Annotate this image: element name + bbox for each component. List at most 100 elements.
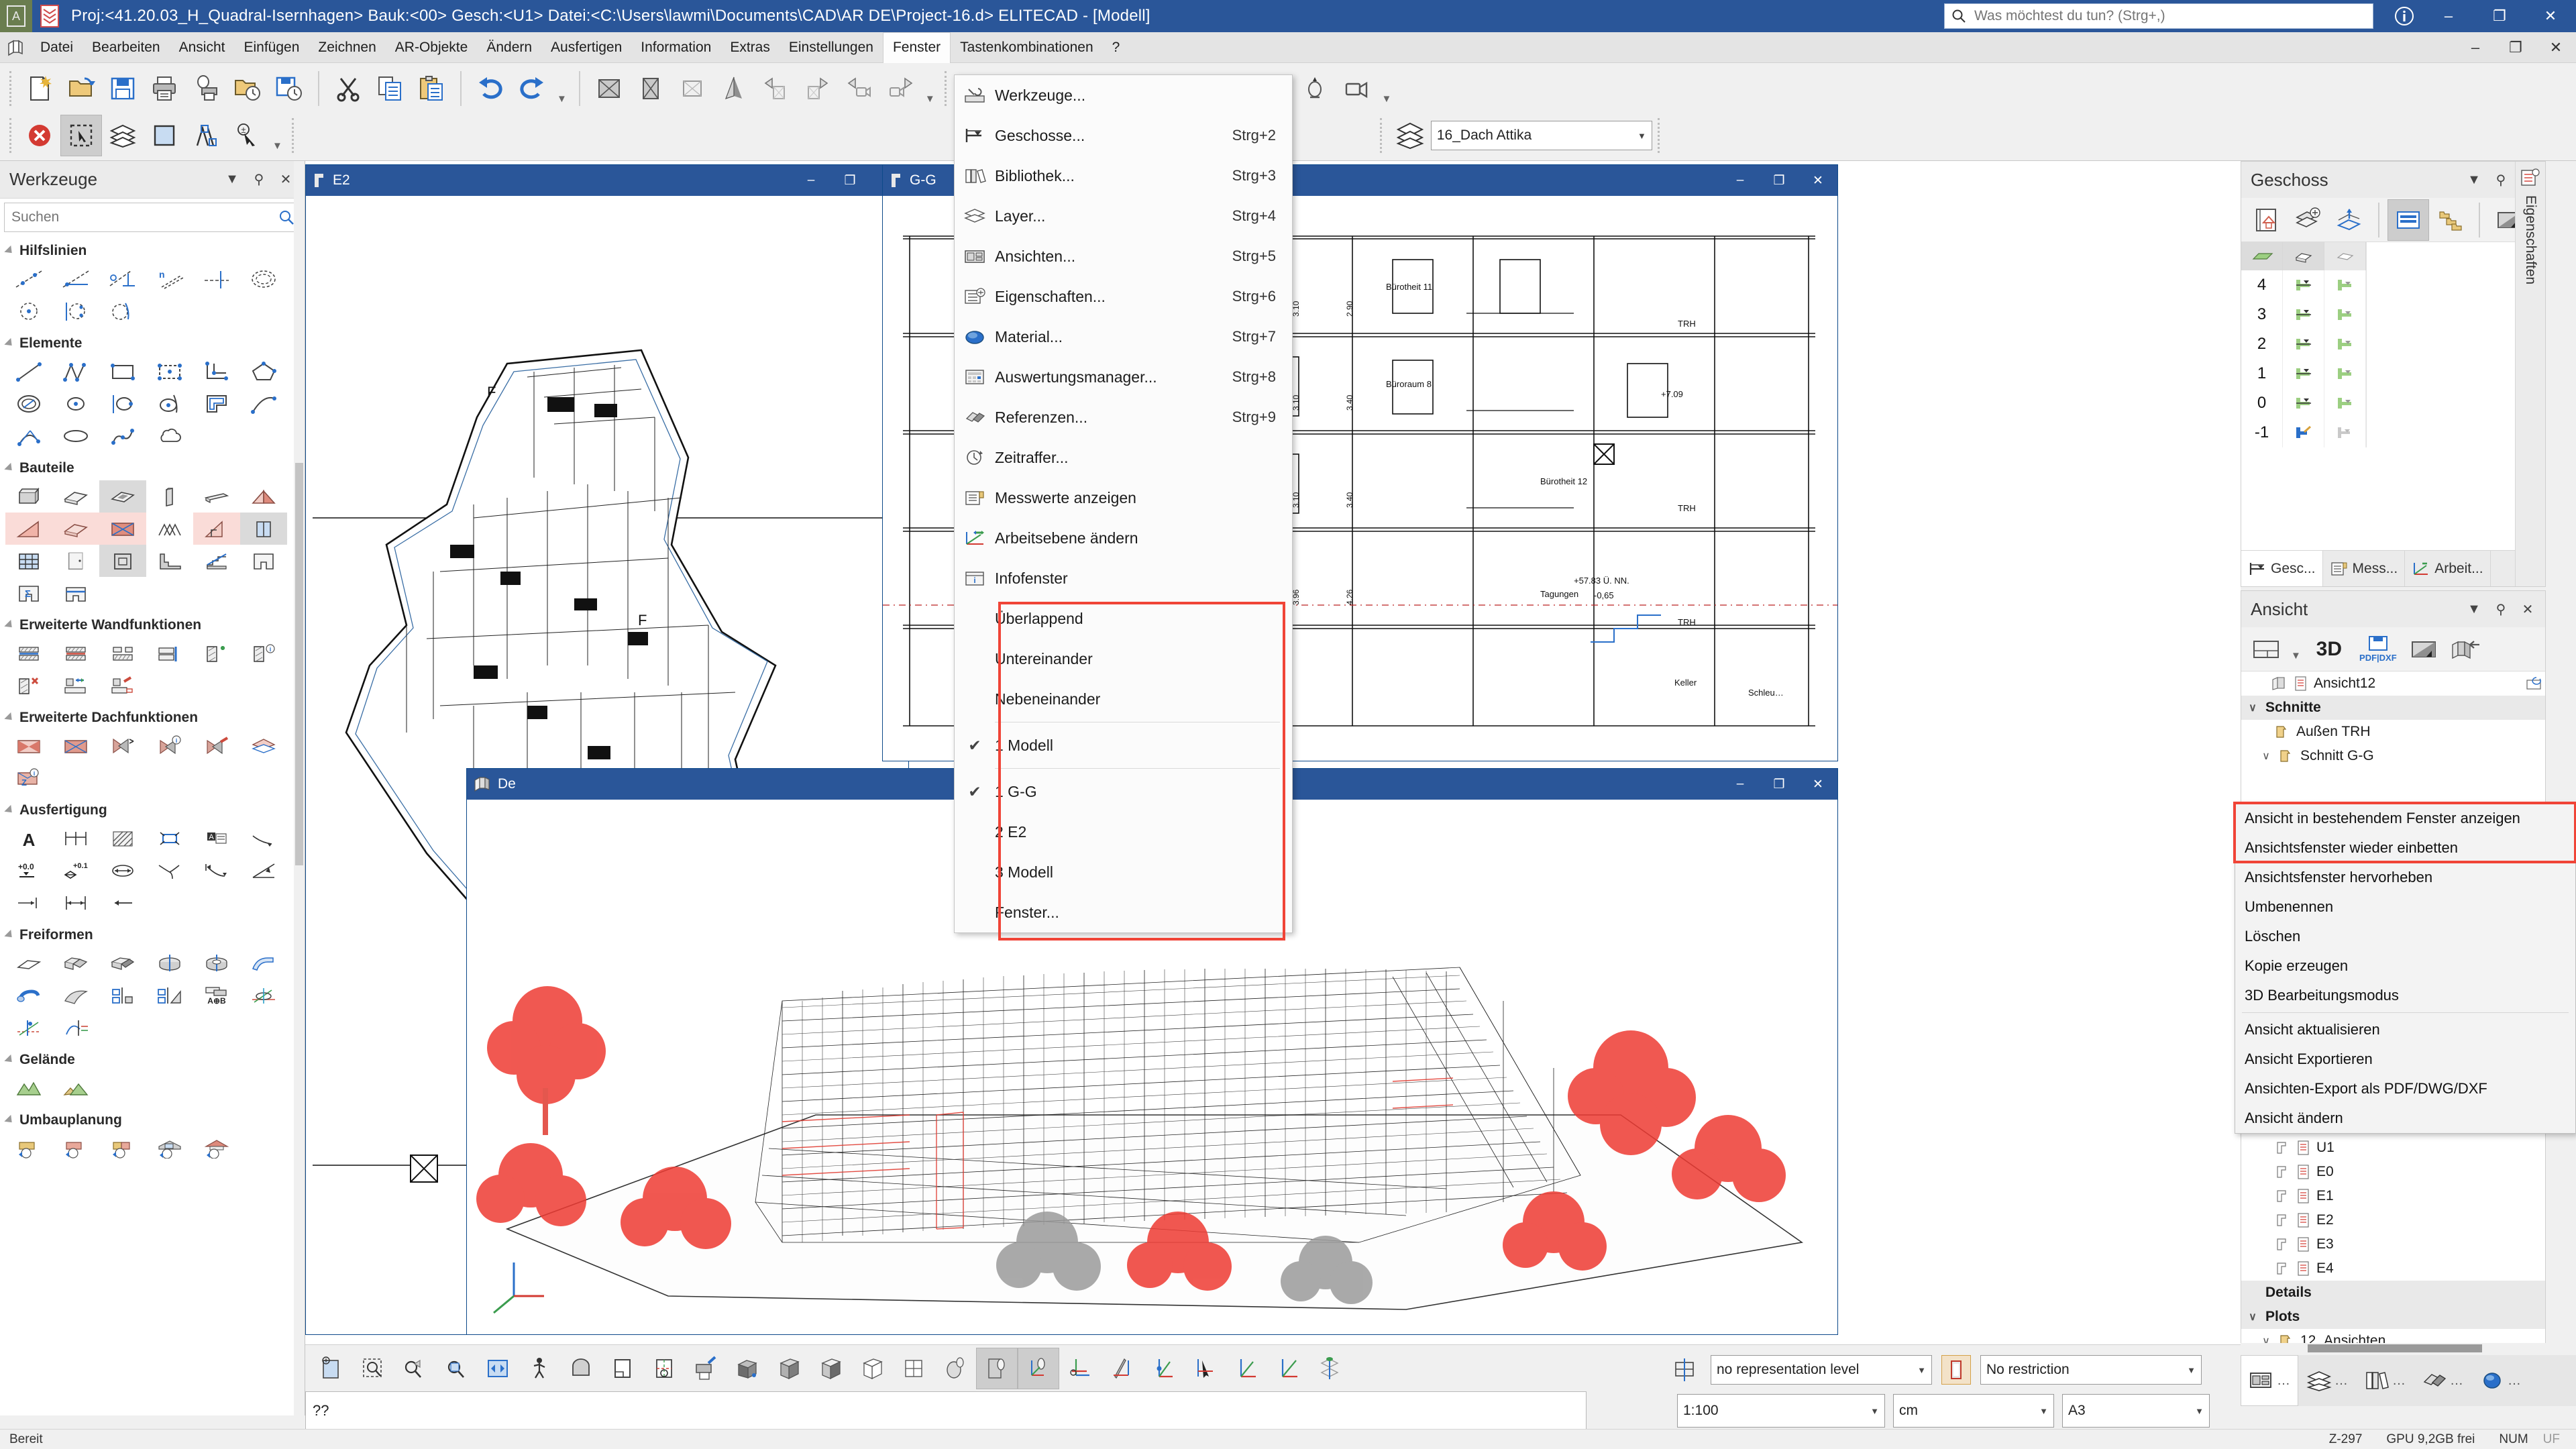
- guide-circle-line-icon[interactable]: [52, 295, 99, 327]
- chevron-down-icon[interactable]: ∨: [2259, 749, 2273, 763]
- wall-layer-blue-icon[interactable]: [5, 637, 52, 669]
- wall-delete-icon[interactable]: [5, 669, 52, 702]
- tools-group-gelaende[interactable]: Gelände: [0, 1044, 305, 1072]
- tab-geschoss[interactable]: Gesc...: [2241, 551, 2323, 586]
- menu-item-ansichten[interactable]: Ansichten... Strg+5: [955, 236, 1292, 276]
- wall-info-icon[interactable]: i: [240, 637, 287, 669]
- floor-number[interactable]: 0: [2241, 388, 2283, 418]
- panel-tab-material[interactable]: …: [2471, 1355, 2529, 1406]
- window-e2-restore[interactable]: ❐: [830, 165, 869, 196]
- menu-item-arbeitsebene[interactable]: Arbeitsebene ändern: [955, 518, 1292, 558]
- plot-print-icon[interactable]: [685, 1348, 727, 1389]
- sun-study-icon[interactable]: [1018, 1348, 1059, 1389]
- stairs-run-tool-icon[interactable]: [193, 545, 240, 577]
- workplane-reset-icon[interactable]: [1226, 1348, 1267, 1389]
- dim-endpoint-icon[interactable]: [5, 887, 52, 919]
- copy-button[interactable]: [369, 68, 411, 109]
- floor-visible-toggle[interactable]: [2283, 359, 2324, 388]
- render-wireframe-icon[interactable]: [851, 1348, 893, 1389]
- tree-item-e4[interactable]: E4: [2241, 1256, 2545, 1281]
- camera-overflow-caret[interactable]: ▼: [1381, 93, 1391, 111]
- floor-number[interactable]: 3: [2241, 300, 2283, 329]
- tree-group-plots[interactable]: ∨ Plots: [2241, 1305, 2545, 1329]
- previous-view-button[interactable]: [755, 68, 796, 109]
- ansicht-context-menu[interactable]: Ansicht in bestehendem Fenster anzeigen …: [2235, 803, 2576, 1134]
- menu-information[interactable]: Information: [631, 32, 720, 63]
- boolean-union-icon[interactable]: A⊕B: [193, 979, 240, 1012]
- height-mark-icon[interactable]: +0.0: [5, 855, 52, 887]
- scale-combo[interactable]: 1:100 ▼: [1677, 1394, 1885, 1428]
- toolbar-overflow-caret[interactable]: ▼: [557, 93, 567, 111]
- new-file-button[interactable]: [19, 68, 60, 109]
- workplane-pick-icon[interactable]: [1184, 1348, 1226, 1389]
- model-navigate-icon[interactable]: [1309, 1348, 1350, 1389]
- previous-camera-button[interactable]: [838, 68, 879, 109]
- tools-group-freiformen[interactable]: Freiformen: [0, 919, 305, 947]
- floor-add-icon[interactable]: [2328, 199, 2370, 241]
- guide-tangent-icon[interactable]: [99, 295, 146, 327]
- window-minimize-button[interactable]: –: [2423, 0, 2474, 32]
- roof-info-icon[interactable]: i: [146, 730, 193, 762]
- floor-reference-toggle[interactable]: [2324, 388, 2366, 418]
- chevron-down-icon[interactable]: ∨: [2245, 1310, 2260, 1324]
- zoom-previous-icon[interactable]: [394, 1348, 435, 1389]
- beam-tool-icon[interactable]: [193, 480, 240, 513]
- guide-ellipse-icon[interactable]: [240, 263, 287, 295]
- pin-icon[interactable]: ⚲: [246, 166, 272, 193]
- dim-double-icon[interactable]: [52, 887, 99, 919]
- reference-point-icon[interactable]: [643, 1348, 685, 1389]
- menu-tastenkombinationen[interactable]: Tastenkombinationen: [951, 32, 1102, 63]
- print-button[interactable]: [144, 68, 185, 109]
- menu-item-fenster-dialog[interactable]: Fenster...: [955, 892, 1292, 932]
- tree-item-aussen-trh[interactable]: Außen TRH: [2241, 720, 2545, 744]
- pin-icon[interactable]: ⚲: [2487, 596, 2514, 623]
- roof-plane-tool-icon[interactable]: [5, 513, 52, 545]
- representation-level-combo[interactable]: no representation level ▼: [1711, 1355, 1932, 1385]
- floor-number[interactable]: 2: [2241, 329, 2283, 359]
- view-toolbar-overflow-caret[interactable]: ▼: [925, 93, 935, 111]
- roof-hip-icon[interactable]: [52, 730, 99, 762]
- terrain-icon[interactable]: [5, 1072, 52, 1104]
- column-tool-icon[interactable]: [146, 480, 193, 513]
- symbol-tool-icon[interactable]: [146, 822, 193, 855]
- paper-combo[interactable]: A3 ▼: [2062, 1394, 2210, 1428]
- panel-tab-referenzen[interactable]: …: [2414, 1355, 2471, 1406]
- paste-button[interactable]: [411, 68, 452, 109]
- menu-item-1-gg[interactable]: ✔ 1 G-G: [955, 771, 1292, 812]
- menu-item-auswertungsmanager[interactable]: Auswertungsmanager... Strg+8: [955, 357, 1292, 397]
- modify-select-button[interactable]: ±: [227, 115, 268, 156]
- ctx-item-kopie-erzeugen[interactable]: Kopie erzeugen: [2235, 951, 2575, 981]
- cancel-button[interactable]: [19, 115, 60, 156]
- menu-item-infofenster[interactable]: i Infofenster: [955, 558, 1292, 598]
- roof-tool-icon[interactable]: [240, 480, 287, 513]
- coordinate-origin-icon[interactable]: [1059, 1348, 1101, 1389]
- terrain-cut-icon[interactable]: [52, 1072, 99, 1104]
- arrow-dim-icon[interactable]: [99, 855, 146, 887]
- menu-extras[interactable]: Extras: [720, 32, 780, 63]
- renovation-new-icon[interactable]: [99, 1132, 146, 1165]
- freeform-solid-icon[interactable]: [99, 947, 146, 979]
- unit-combo[interactable]: cm ▼: [1893, 1394, 2054, 1428]
- building-book-icon[interactable]: [2245, 199, 2287, 241]
- text-select-button[interactable]: [185, 115, 227, 156]
- menu-ausfertigen[interactable]: Ausfertigen: [541, 32, 631, 63]
- layer-select-button[interactable]: [102, 115, 144, 156]
- floor-visible-toggle[interactable]: [2283, 300, 2324, 329]
- wall-tool-icon[interactable]: [5, 480, 52, 513]
- workplane-xy-icon[interactable]: [1142, 1348, 1184, 1389]
- wall-move-icon[interactable]: [52, 669, 99, 702]
- shadow-toggle-icon[interactable]: [976, 1348, 1018, 1389]
- roof-gable-icon[interactable]: [5, 730, 52, 762]
- panel-tab-ansichten[interactable]: …: [2241, 1355, 2298, 1406]
- walk-mode-icon[interactable]: [519, 1348, 560, 1389]
- menu-item-geschosse[interactable]: Geschosse... Strg+2: [955, 115, 1292, 156]
- hip-roof-tool-icon[interactable]: [99, 513, 146, 545]
- fenster-dropdown-menu[interactable]: Werkzeuge... Geschosse... Strg+2 Bibliot…: [954, 74, 1293, 933]
- door-tool-icon[interactable]: [52, 545, 99, 577]
- menu-einfuegen[interactable]: Einfügen: [234, 32, 309, 63]
- ctx-item-umbenennen[interactable]: Umbenennen: [2235, 892, 2575, 922]
- arc-tool-icon[interactable]: [240, 388, 287, 420]
- tools-search-input[interactable]: [10, 209, 278, 226]
- tools-group-ausfertigung[interactable]: Ausfertigung: [0, 794, 305, 822]
- line-tool-icon[interactable]: [5, 356, 52, 388]
